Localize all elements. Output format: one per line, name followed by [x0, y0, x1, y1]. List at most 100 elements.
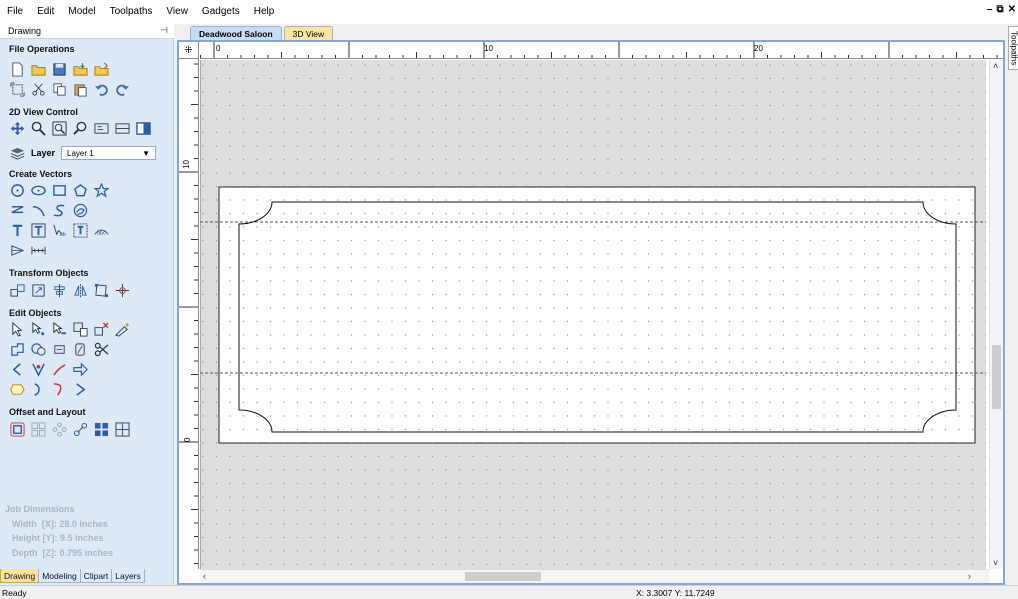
draw-curve-icon[interactable]: [51, 202, 67, 218]
scale-icon[interactable]: [30, 282, 46, 298]
undo-icon[interactable]: [93, 81, 109, 97]
circular-copy-icon[interactable]: [51, 421, 67, 437]
join-icon[interactable]: [30, 381, 46, 397]
horizontal-scrollbar[interactable]: ‹ ›: [200, 569, 989, 583]
ruler-label-v10: 10: [182, 160, 191, 169]
trim-icon[interactable]: [51, 341, 67, 357]
zoom-selection-icon[interactable]: [72, 120, 88, 136]
menu-model[interactable]: Model: [61, 0, 102, 24]
minimize-button[interactable]: –: [987, 4, 993, 15]
pin-icon[interactable]: ⊣: [160, 25, 168, 36]
menu-view[interactable]: View: [159, 0, 195, 24]
zoom-extents-icon[interactable]: [51, 120, 67, 136]
vertical-scrollbar[interactable]: ˄ ˅: [989, 60, 1003, 569]
draw-rectangle-icon[interactable]: [51, 182, 67, 198]
section-create-vectors: Create Vectors: [9, 169, 73, 179]
menu-edit[interactable]: Edit: [30, 0, 61, 24]
job-setup-icon[interactable]: [9, 81, 25, 97]
ruler-origin-icon[interactable]: ⁜: [179, 42, 199, 59]
smooth-icon[interactable]: [114, 321, 130, 337]
corner-icon[interactable]: [30, 361, 46, 377]
restore-button[interactable]: ⧉: [996, 4, 1003, 15]
draw-star-icon[interactable]: [93, 182, 109, 198]
select-grid-icon[interactable]: [72, 321, 88, 337]
select-icon[interactable]: [9, 321, 25, 337]
align-icon[interactable]: [51, 282, 67, 298]
auto-layout-text-icon[interactable]: [72, 222, 88, 238]
zoom-icon[interactable]: [30, 120, 46, 136]
draw-spiral-icon[interactable]: [72, 202, 88, 218]
menu-help[interactable]: Help: [247, 0, 282, 24]
extend-icon[interactable]: [51, 361, 67, 377]
pan-icon[interactable]: [9, 120, 25, 136]
drawing-canvas-svg[interactable]: [200, 60, 986, 569]
open-file-icon[interactable]: [30, 61, 46, 77]
tab-deadwood-saloon[interactable]: Deadwood Saloon: [190, 26, 282, 40]
layers-icon: [9, 145, 25, 161]
toggle-view-icon[interactable]: [114, 120, 130, 136]
scroll-left-icon[interactable]: ‹: [203, 571, 206, 581]
move-icon[interactable]: [9, 282, 25, 298]
split-view-icon[interactable]: [135, 120, 151, 136]
tile-layout-icon[interactable]: [114, 421, 130, 437]
scroll-up-icon[interactable]: ˄: [993, 61, 998, 71]
tab-drawing[interactable]: Drawing: [0, 569, 40, 583]
scroll-down-icon[interactable]: ˅: [993, 558, 998, 568]
chevron-left-icon[interactable]: [9, 361, 25, 377]
offset-icon[interactable]: [9, 421, 25, 437]
cut-icon[interactable]: [30, 81, 46, 97]
import-vectors-icon[interactable]: [72, 61, 88, 77]
create-vectors-row-4: [9, 242, 46, 258]
delete-duplicates-icon[interactable]: [93, 321, 109, 337]
tab-clipart[interactable]: Clipart: [79, 569, 113, 583]
menu-gadgets[interactable]: Gadgets: [195, 0, 247, 24]
import-bitmap-icon[interactable]: [93, 61, 109, 77]
save-icon[interactable]: [51, 61, 67, 77]
draw-arc-icon[interactable]: [30, 202, 46, 218]
dimension-icon[interactable]: [9, 242, 25, 258]
copy-along-vector-icon[interactable]: [72, 421, 88, 437]
redo-icon[interactable]: [114, 81, 130, 97]
draw-text-icon[interactable]: [9, 222, 25, 238]
draw-polygon-icon[interactable]: [72, 182, 88, 198]
drawing-canvas[interactable]: [200, 60, 986, 569]
tab-3d-view[interactable]: 3D View: [283, 26, 334, 40]
vertical-scroll-thumb[interactable]: [992, 345, 1001, 409]
new-file-icon[interactable]: [9, 61, 25, 77]
menu-file[interactable]: File: [0, 0, 30, 24]
measure-icon[interactable]: [30, 242, 46, 258]
subtract-icon[interactable]: [30, 341, 46, 357]
horizontal-scroll-thumb[interactable]: [465, 572, 541, 581]
scroll-right-icon[interactable]: ›: [968, 571, 971, 581]
scissors-icon[interactable]: [93, 341, 109, 357]
fillet-icon[interactable]: [72, 341, 88, 357]
tab-toolpaths[interactable]: Toolpaths: [1008, 26, 1018, 70]
node-edit-icon[interactable]: [30, 321, 46, 337]
mirror-icon[interactable]: [72, 282, 88, 298]
bend-icon[interactable]: [72, 381, 88, 397]
interactive-select-icon[interactable]: [51, 321, 67, 337]
layer-dropdown[interactable]: Layer 1 ▼: [61, 146, 157, 160]
menu-bar: File Edit Model Toolpaths View Gadgets H…: [0, 0, 1018, 24]
nesting-icon[interactable]: [93, 421, 109, 437]
distort-icon[interactable]: [93, 282, 109, 298]
weld-icon[interactable]: [9, 341, 25, 357]
draw-ellipse-icon[interactable]: [30, 182, 46, 198]
tab-layers[interactable]: Layers: [111, 569, 145, 583]
close-vector-icon[interactable]: [9, 381, 25, 397]
text-on-curve-icon[interactable]: ab: [51, 222, 67, 238]
menu-toolpaths[interactable]: Toolpaths: [103, 0, 160, 24]
draw-polyline-icon[interactable]: [9, 202, 25, 218]
view-sheet-icon[interactable]: [93, 120, 109, 136]
arrow-right-outline-icon[interactable]: [72, 361, 88, 377]
text-frame-icon[interactable]: [30, 222, 46, 238]
text-arc-icon[interactable]: abc: [93, 222, 109, 238]
array-copy-icon[interactable]: [30, 421, 46, 437]
draw-circle-icon[interactable]: [9, 182, 25, 198]
tab-modeling[interactable]: Modeling: [38, 569, 81, 583]
set-origin-icon[interactable]: [114, 282, 130, 298]
copy-icon[interactable]: [51, 81, 67, 97]
close-button[interactable]: ✕: [1008, 4, 1016, 15]
curve-fit-icon[interactable]: [51, 381, 67, 397]
paste-icon[interactable]: [72, 81, 88, 97]
